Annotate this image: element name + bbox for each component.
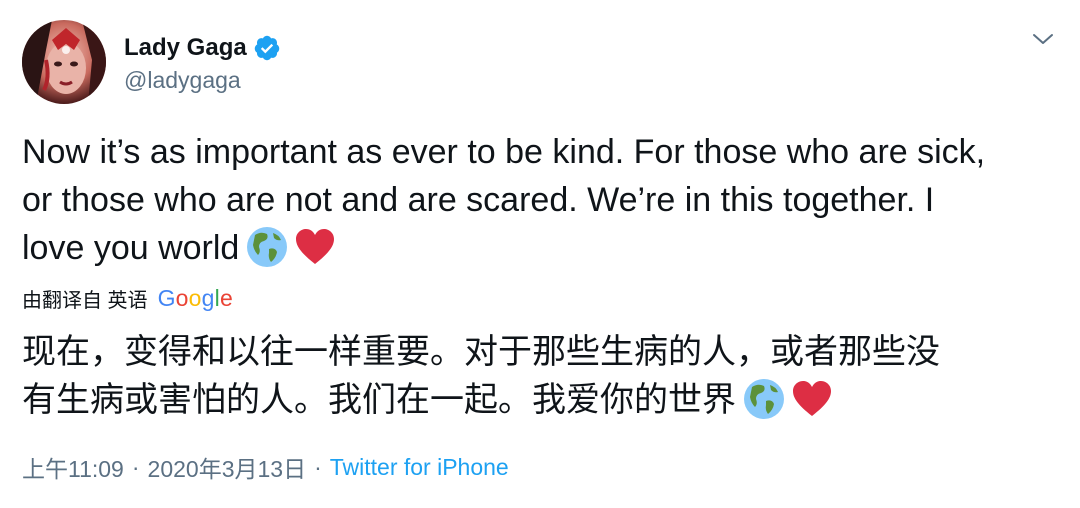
tweet-meta: 上午11:09 · 2020年3月13日 · Twitter for iPhon…	[22, 450, 509, 484]
google-logo-letter: g	[201, 285, 215, 311]
avatar-image	[22, 20, 106, 104]
tweet-date[interactable]: 2020年3月13日	[148, 450, 307, 484]
tweet-card: Lady Gaga @ladygaga Now it’s as importan…	[0, 0, 1080, 508]
red-heart-emoji-icon	[790, 377, 834, 421]
earth-americas-emoji-icon	[245, 225, 289, 269]
tweet-source-link[interactable]: Twitter for iPhone	[330, 454, 509, 481]
translated-by-label: 由翻译自 英语	[22, 290, 148, 312]
translated-tweet-text: 现在，变得和以往一样重要。对于那些生病的人，或者那些没 有生病或害怕的人。我们在一…	[22, 328, 1062, 424]
tweet-text-line2: or those who are not and are scared. We’…	[22, 181, 935, 219]
verified-badge-icon	[253, 34, 281, 62]
red-heart-emoji-icon	[293, 225, 337, 269]
display-name-row: Lady Gaga	[124, 31, 281, 65]
user-handle[interactable]: @ladygaga	[124, 67, 281, 94]
chevron-down-icon[interactable]	[1030, 28, 1056, 50]
google-logo-letter: o	[175, 285, 189, 311]
earth-americas-emoji-icon	[742, 377, 786, 421]
display-name[interactable]: Lady Gaga	[124, 34, 247, 62]
google-logo-letter: o	[188, 285, 202, 311]
translated-text-line1: 现在，变得和以往一样重要。对于那些生病的人，或者那些没	[22, 332, 940, 372]
tweet-text: Now it’s as important as ever to be kind…	[22, 128, 1062, 272]
meta-separator: ·	[314, 453, 322, 480]
tweet-time[interactable]: 上午11:09	[22, 450, 124, 484]
avatar[interactable]	[22, 20, 106, 104]
translated-by[interactable]: 由翻译自 英语 Google	[22, 284, 233, 313]
tweet-text-line1: Now it’s as important as ever to be kind…	[22, 133, 986, 171]
google-logo-letter: e	[219, 285, 233, 311]
user-names: Lady Gaga @ladygaga	[124, 31, 281, 94]
translated-text-line2: 有生病或害怕的人。我们在一起。我爱你的世界	[22, 380, 736, 420]
tweet-header: Lady Gaga @ladygaga	[22, 20, 281, 104]
google-logo-letter: G	[157, 285, 176, 311]
meta-separator: ·	[131, 453, 140, 480]
google-logo: Google	[158, 285, 233, 312]
tweet-text-line3: love you world	[22, 229, 240, 267]
